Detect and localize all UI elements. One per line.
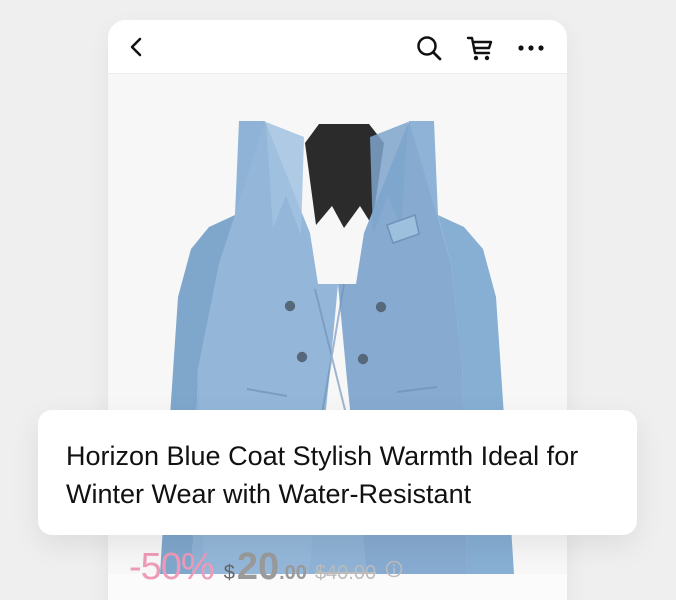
search-button[interactable] <box>413 32 445 64</box>
discount-label: -50% <box>129 546 215 588</box>
back-button[interactable] <box>122 32 152 62</box>
current-price: 20 <box>236 546 280 588</box>
product-title-card: Horizon Blue Coat Stylish Warmth Ideal f… <box>38 410 637 535</box>
cart-button[interactable] <box>463 31 497 65</box>
search-icon <box>417 36 442 61</box>
original-price: $40.00 <box>314 562 377 584</box>
info-icon <box>385 560 403 578</box>
current-price-cents: .00 <box>279 562 307 584</box>
top-app-bar <box>108 20 567 74</box>
more-options-button[interactable] <box>513 32 549 64</box>
screenshot-stage: -50% $ 20 .00 $40.00 Horizon Blue Coat S… <box>0 0 676 600</box>
shopping-cart-icon <box>466 36 493 61</box>
currency-symbol: $ <box>223 562 235 584</box>
price-row: -50% $ 20 .00 $40.00 <box>129 546 403 596</box>
more-horizontal-icon <box>518 45 544 51</box>
chevron-left-icon <box>130 37 142 57</box>
info-button[interactable] <box>385 560 403 578</box>
product-title: Horizon Blue Coat Stylish Warmth Ideal f… <box>66 441 579 509</box>
